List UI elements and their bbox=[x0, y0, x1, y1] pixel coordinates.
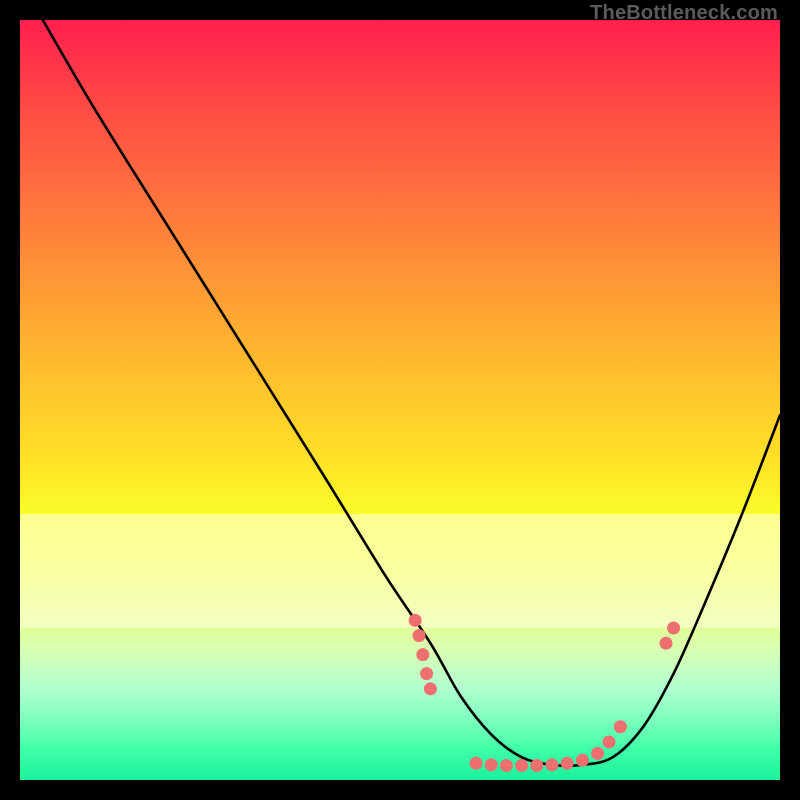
plot-area bbox=[20, 20, 780, 780]
chart-frame: TheBottleneck.com bbox=[0, 0, 800, 800]
gradient-background bbox=[20, 20, 780, 780]
